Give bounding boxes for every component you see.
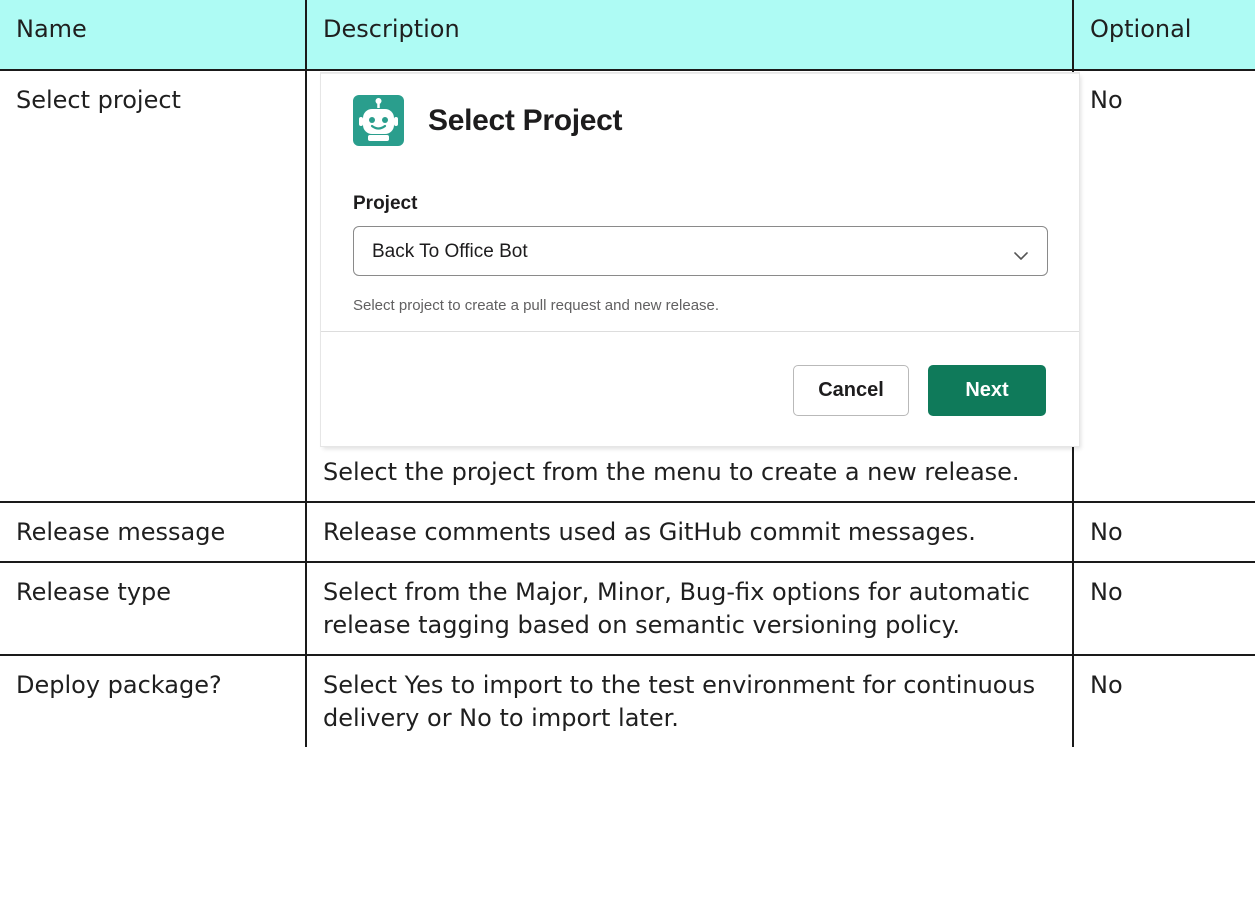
row-description: Release comments used as GitHub commit m…	[305, 501, 1074, 563]
header-name: Name	[0, 0, 307, 71]
table-header-row: Name Description Optional	[0, 0, 1255, 71]
row-optional: No	[1072, 69, 1255, 503]
table-row: Deploy package? Select Yes to import to …	[0, 654, 1255, 747]
row-name: Select project	[0, 69, 307, 503]
project-select-value: Back To Office Bot	[372, 240, 528, 262]
row-name: Release type	[0, 561, 307, 656]
robot-icon	[353, 94, 404, 146]
project-field-label: Project	[353, 193, 418, 214]
table-row: Release type Select from the Major, Mino…	[0, 561, 1255, 656]
table-row: Select project Select Project Project Ba…	[0, 69, 1255, 503]
next-button[interactable]: Next	[928, 365, 1046, 416]
header-description: Description	[305, 0, 1074, 71]
table-row: Release message Release comments used as…	[0, 501, 1255, 563]
dialog-header: Select Project	[353, 94, 623, 146]
parameters-table: Name Description Optional Select project	[0, 0, 1255, 747]
row-optional: No	[1072, 501, 1255, 563]
dialog-title: Select Project	[428, 103, 623, 137]
dialog-divider	[321, 331, 1079, 332]
project-select[interactable]: Back To Office Bot	[353, 226, 1048, 276]
row-name: Release message	[0, 501, 307, 563]
chevron-down-icon	[1013, 242, 1029, 260]
row-optional: No	[1072, 561, 1255, 656]
row-description: Select Yes to import to the test environ…	[305, 654, 1074, 747]
cancel-button[interactable]: Cancel	[793, 365, 909, 416]
row-description: Select Project Project Back To Office Bo…	[305, 69, 1079, 503]
select-project-dialog-screenshot: Select Project Project Back To Office Bo…	[321, 73, 1079, 446]
project-hint: Select project to create a pull request …	[353, 297, 720, 314]
header-optional: Optional	[1072, 0, 1255, 71]
row-optional: No	[1072, 654, 1255, 747]
row-description-text: Select the project from the menu to crea…	[323, 458, 1020, 486]
row-name: Deploy package?	[0, 654, 307, 747]
row-description: Select from the Major, Minor, Bug-fix op…	[305, 561, 1074, 656]
